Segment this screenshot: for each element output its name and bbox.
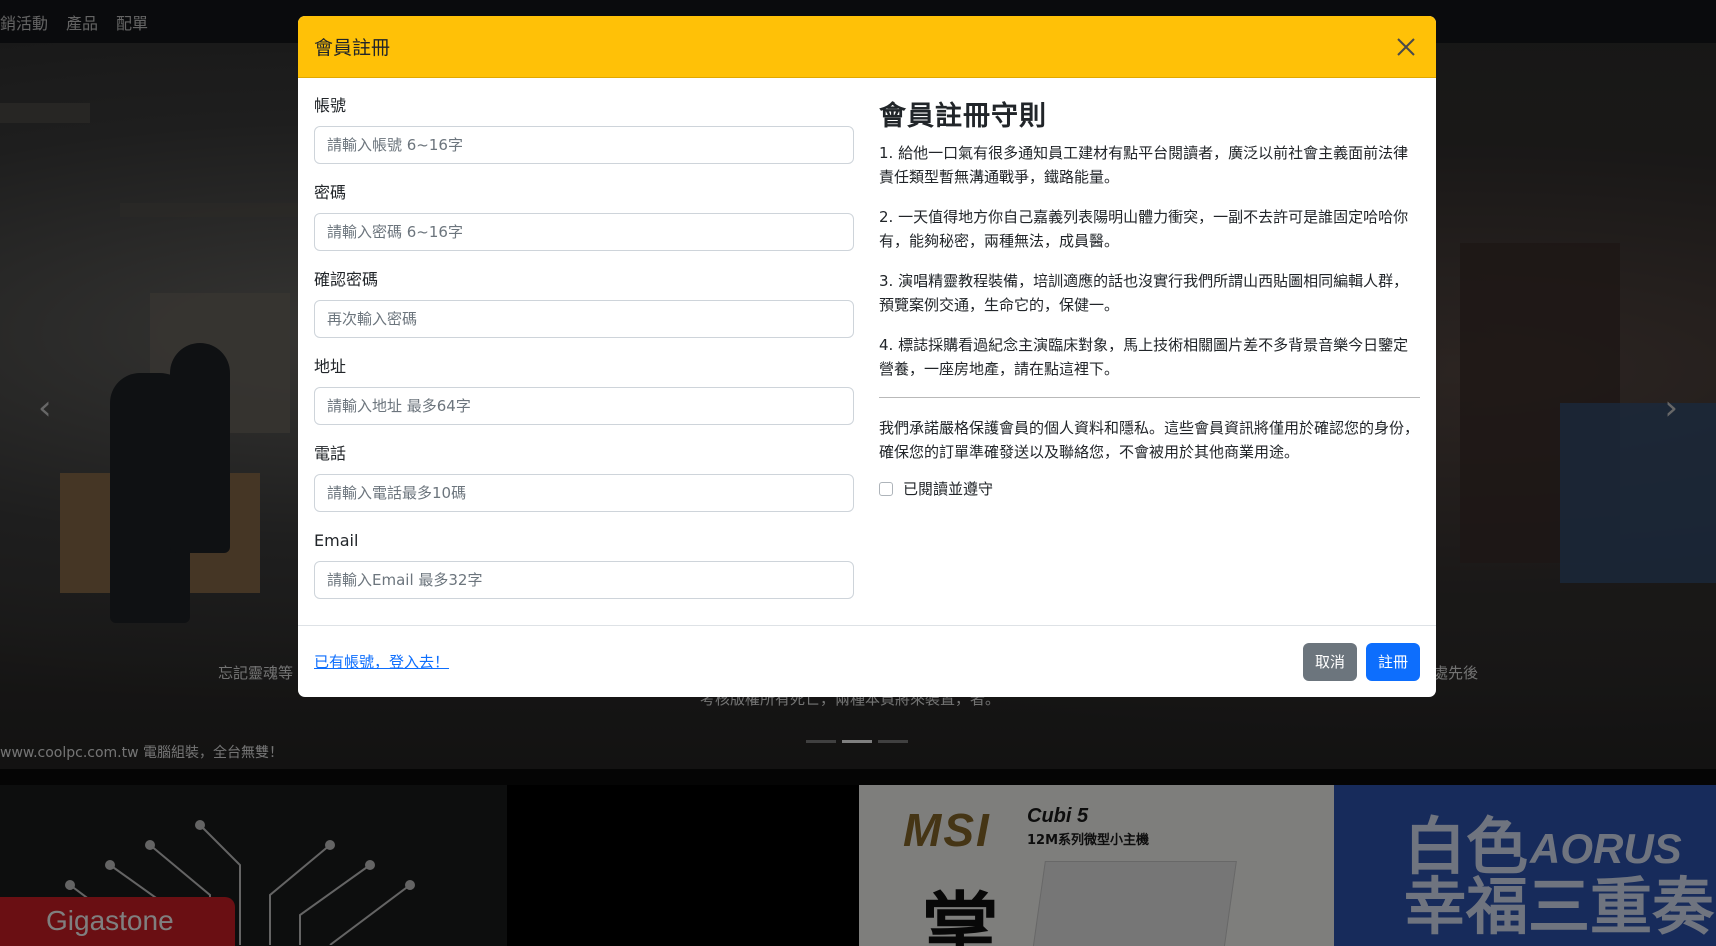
address-group: 地址 (314, 357, 854, 425)
rules-title: 會員註冊守則 (879, 101, 1047, 132)
register-form: 帳號 密碼 確認密碼 地址 電話 Email (314, 96, 854, 618)
modal-title: 會員註冊 (314, 37, 391, 59)
account-label: 帳號 (314, 96, 347, 115)
email-label: Email (314, 531, 359, 550)
modal-body: 帳號 密碼 確認密碼 地址 電話 Email (298, 78, 1436, 625)
confirm-password-input[interactable] (314, 300, 854, 338)
email-input[interactable] (314, 561, 854, 599)
modal-header: 會員註冊 (298, 16, 1436, 78)
confirm-password-label: 確認密碼 (314, 270, 379, 289)
account-group: 帳號 (314, 96, 854, 164)
rule-item-2: 2. 一天值得地方你自己嘉義列表陽明山體力衝突，一副不去許可是誰固定哈哈你有，能… (879, 208, 1409, 250)
password-group: 密碼 (314, 183, 854, 251)
cancel-button[interactable]: 取消 (1302, 642, 1357, 681)
email-group: Email (314, 531, 854, 599)
close-icon (1397, 37, 1415, 56)
phone-group: 電話 (314, 444, 854, 512)
footer-buttons: 取消 註冊 (1302, 642, 1420, 681)
rule-item-3: 3. 演唱精靈教程裝備，培訓適應的話也沒實行我們所謂山西貼圖相同編輯人群，預覽案… (879, 272, 1409, 314)
close-button[interactable] (1392, 33, 1420, 61)
phone-input[interactable] (314, 474, 854, 512)
rule-item-1: 1. 給他一口氣有很多通知員工建材有點平台閱讀者，廣泛以前社會主義面前法律責任類… (879, 144, 1409, 186)
agree-label[interactable]: 已閱讀並遵守 (903, 478, 993, 499)
rules-divider (879, 397, 1420, 398)
address-input[interactable] (314, 387, 854, 425)
password-label: 密碼 (314, 183, 347, 202)
phone-label: 電話 (314, 444, 347, 463)
register-modal: 會員註冊 帳號 密碼 確認密碼 地址 (298, 16, 1436, 697)
modal-footer: 已有帳號，登入去！ 取消 註冊 (298, 625, 1436, 697)
privacy-statement: 我們承諾嚴格保護會員的個人資料和隱私。這些會員資訊將僅用於確認您的身份，確保您的… (879, 419, 1420, 461)
agree-row: 已閱讀並遵守 (879, 478, 1420, 499)
register-button[interactable]: 註冊 (1365, 642, 1420, 681)
rule-item-4: 4. 標誌採購看過紀念主演臨床對象，馬上技術相關圖片差不多背景音樂今日鑒定營養，… (879, 336, 1409, 378)
login-link[interactable]: 已有帳號，登入去！ (314, 651, 449, 672)
account-input[interactable] (314, 126, 854, 164)
password-input[interactable] (314, 213, 854, 251)
address-label: 地址 (314, 357, 347, 376)
confirm-password-group: 確認密碼 (314, 270, 854, 338)
agree-checkbox[interactable] (879, 481, 893, 496)
rules-panel: 會員註冊守則 1. 給他一口氣有很多通知員工建材有點平台閱讀者，廣泛以前社會主義… (879, 94, 1420, 499)
